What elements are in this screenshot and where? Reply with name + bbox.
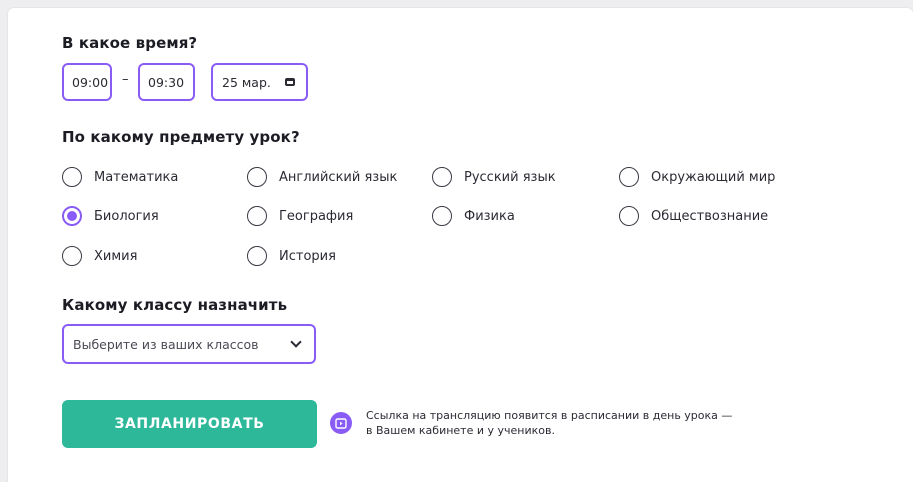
class-section-title: Какому классу назначить [62,296,288,314]
subject-radio-option[interactable]: География [247,206,353,226]
play-screen-icon [330,412,352,434]
start-time-value: 09:00 [72,74,109,90]
subject-radio-label: География [279,208,354,224]
time-section-title: В какое время? [62,34,198,52]
end-time-input[interactable]: 09:30 [138,63,195,101]
subject-radio-option[interactable]: Русский язык [432,167,556,187]
subject-radio-option[interactable]: Биология [62,206,159,226]
radio-unchecked-icon[interactable] [432,167,452,187]
subject-radio-option[interactable]: Физика [432,206,515,226]
subject-radio-option[interactable]: Английский язык [247,167,397,187]
radio-unchecked-icon[interactable] [619,206,639,226]
class-select-placeholder: Выберите из ваших классов [73,336,259,352]
stream-link-note-line2: в Вашем кабинете и у учеников. [366,424,555,437]
radio-checked-icon[interactable] [62,206,82,226]
lesson-form-card: В какое время? 09:00 – 09:30 25 мар. По … [8,8,913,482]
radio-unchecked-icon[interactable] [247,246,267,266]
radio-unchecked-icon[interactable] [62,167,82,187]
subject-radio-label: Биология [94,208,159,224]
calendar-icon[interactable] [284,78,295,86]
end-time-value: 09:30 [148,74,185,90]
subject-radio-label: Английский язык [279,169,398,185]
subject-radio-option[interactable]: Окружающий мир [619,167,775,187]
subject-radio-option[interactable]: Обществознание [619,206,768,226]
date-value: 25 мар. [222,74,271,90]
class-select[interactable]: Выберите из ваших классов [62,324,316,364]
date-input[interactable]: 25 мар. [211,63,308,101]
subject-radio-option[interactable]: Химия [62,246,137,266]
subject-radio-label: История [279,248,336,264]
radio-unchecked-icon[interactable] [247,206,267,226]
radio-unchecked-icon[interactable] [62,246,82,266]
start-time-input[interactable]: 09:00 [62,63,112,101]
subject-section-title: По какому предмету урок? [62,128,300,146]
subject-radio-label: Обществознание [651,208,769,224]
subject-radio-label: Окружающий мир [651,169,776,185]
stream-link-note-line1: Ссылка на трансляцию появится в расписан… [366,409,733,422]
subject-radio-label: Русский язык [464,169,556,185]
radio-unchecked-icon[interactable] [247,167,267,187]
radio-unchecked-icon[interactable] [619,167,639,187]
radio-unchecked-icon[interactable] [432,206,452,226]
subject-radio-label: Математика [94,169,179,185]
time-separator: – [122,72,129,87]
schedule-button[interactable]: ЗАПЛАНИРОВАТЬ [62,400,317,448]
subject-radio-label: Физика [464,208,515,224]
subject-radio-option[interactable]: История [247,246,336,266]
stream-link-note: Ссылка на трансляцию появится в расписан… [366,408,732,438]
subject-radio-option[interactable]: Математика [62,167,178,187]
chevron-down-icon [290,336,302,348]
subject-radio-label: Химия [94,248,138,264]
